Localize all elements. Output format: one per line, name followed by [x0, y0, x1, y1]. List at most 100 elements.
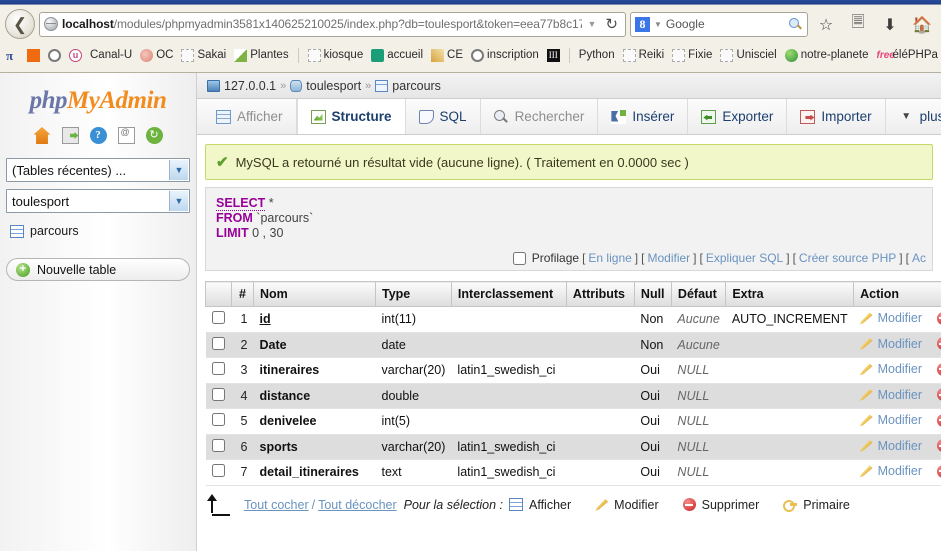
reading-list-icon[interactable]: 🗏 — [844, 10, 872, 38]
bookmark-pi[interactable]: π — [2, 48, 23, 63]
profiling-checkbox[interactable] — [512, 251, 526, 265]
table-row[interactable]: 6 sports varchar(20) latin1_swedish_ci O… — [205, 434, 941, 460]
tab-importer[interactable]: Importer — [787, 99, 886, 134]
chevron-down-icon[interactable]: ▼ — [654, 20, 662, 29]
check-all-link[interactable]: Tout cocher — [244, 498, 309, 512]
link-modifier[interactable]: Modifier — [647, 251, 690, 265]
database-select[interactable]: toulesport ▼ — [6, 189, 190, 213]
table-row[interactable]: 3 itineraires varchar(20) latin1_swedish… — [205, 357, 941, 384]
header-null[interactable]: Null — [634, 281, 672, 307]
link-en-ligne[interactable]: En ligne — [588, 251, 631, 265]
bookmark-sakai[interactable]: Sakai — [177, 48, 230, 63]
action-modifier[interactable]: Modifier — [859, 413, 922, 427]
reload-icon[interactable]: ↻ — [602, 15, 621, 33]
row-checkbox-cell[interactable] — [205, 332, 232, 358]
bookmark-plantes[interactable]: Plantes — [230, 48, 292, 63]
bookmark-unisciel[interactable]: Unisciel — [716, 48, 780, 63]
action-supprimer[interactable]: Supp — [936, 413, 941, 427]
bookmark-inscription[interactable]: inscription — [467, 48, 543, 63]
row-checkbox-cell[interactable] — [205, 408, 232, 435]
row-checkbox-cell[interactable] — [205, 357, 232, 384]
header-extra[interactable]: Extra — [725, 281, 855, 307]
bookmark-orange[interactable] — [23, 48, 44, 63]
bookmark-target[interactable] — [44, 48, 65, 63]
action-supprimer[interactable]: Supp — [936, 337, 941, 351]
bookmark-ce[interactable]: CE — [427, 48, 467, 63]
bookmark-kiosque[interactable]: kiosque — [304, 48, 368, 63]
search-bar[interactable]: 8 ▼ Google — [630, 11, 808, 37]
header-type[interactable]: Type — [375, 281, 452, 307]
row-checkbox-cell[interactable] — [205, 306, 232, 333]
tab-structure[interactable]: Structure — [296, 99, 406, 134]
action-modifier[interactable]: Modifier — [859, 439, 922, 453]
bulk-action-primaire[interactable]: Primaire — [783, 498, 850, 512]
bookmark-accueil[interactable]: accueil — [367, 48, 427, 63]
action-supprimer[interactable]: Supp — [936, 388, 941, 402]
chevron-down-icon[interactable]: ▼ — [586, 19, 599, 29]
action-modifier[interactable]: Modifier — [859, 337, 922, 351]
link-actualiser[interactable]: Ac — [912, 251, 926, 265]
bookmark-fixie[interactable]: Fixie — [668, 48, 716, 63]
row-checkbox[interactable] — [212, 336, 225, 350]
bookmark-python[interactable]: Python — [575, 49, 619, 63]
sidebar-table-parcours[interactable]: parcours — [6, 222, 190, 240]
phpmyadmin-logo[interactable]: phpMyAdmin — [6, 87, 190, 115]
action-supprimer[interactable]: Supp — [936, 362, 941, 376]
help-icon[interactable]: ? — [89, 127, 107, 144]
row-checkbox[interactable] — [212, 387, 225, 401]
bookmark-notre-planete[interactable]: notre-planete — [781, 48, 873, 63]
header-defaut[interactable]: Défaut — [671, 281, 727, 307]
table-row[interactable]: 1 id int(11) Non Aucune AUTO_INCREMENT M… — [205, 306, 941, 333]
breadcrumb-database[interactable]: toulesport — [306, 79, 361, 93]
home-icon[interactable] — [33, 127, 51, 144]
bookmark-reiki[interactable]: Reiki — [619, 48, 669, 63]
action-modifier[interactable]: Modifier — [859, 464, 922, 478]
table-row[interactable]: 4 distance double Oui NULL Modifier Supp — [205, 383, 941, 409]
recent-tables-select[interactable]: (Tables récentes) ... ▼ — [6, 158, 190, 182]
uncheck-all-link[interactable]: Tout décocher — [318, 498, 397, 512]
star-icon[interactable]: ☆ — [812, 10, 840, 38]
action-modifier[interactable]: Modifier — [859, 362, 922, 376]
action-modifier[interactable]: Modifier — [859, 311, 922, 325]
breadcrumb-table[interactable]: parcours — [392, 79, 441, 93]
back-arrow-icon[interactable]: ❮ — [5, 9, 35, 39]
tab-exporter[interactable]: Exporter — [688, 99, 788, 134]
bookmark-columns[interactable]: III — [543, 48, 564, 63]
row-checkbox[interactable] — [212, 311, 225, 325]
downloads-icon[interactable]: ⬇ — [876, 10, 904, 38]
docs-icon[interactable] — [117, 127, 135, 144]
table-row[interactable]: 2 Date date Non Aucune Modifier Supp — [205, 332, 941, 358]
bookmark-u[interactable]: u — [65, 48, 86, 63]
address-bar[interactable]: localhost/modules/phpmyadmin3581x1406252… — [39, 11, 626, 37]
action-supprimer[interactable]: Supp — [936, 464, 941, 478]
table-row[interactable]: 7 detail_itineraires text latin1_swedish… — [205, 459, 941, 486]
row-checkbox[interactable] — [212, 438, 225, 452]
link-creer-source-php[interactable]: Créer source PHP — [799, 251, 896, 265]
header-attributs[interactable]: Attributs — [566, 281, 635, 307]
header-interclassement[interactable]: Interclassement — [451, 281, 567, 307]
tab-plus[interactable]: ▼ plus — [886, 99, 941, 134]
bulk-action-modifier[interactable]: Modifier — [595, 498, 659, 512]
header-nom[interactable]: Nom — [253, 281, 376, 307]
home-icon[interactable]: 🏠 — [908, 10, 936, 38]
logout-icon[interactable] — [61, 127, 79, 144]
action-modifier[interactable]: Modifier — [859, 388, 922, 402]
table-row[interactable]: 5 denivelee int(5) Oui NULL Modifier Sup… — [205, 408, 941, 435]
bookmark-elephpant[interactable]: free éléPHPa — [873, 48, 941, 63]
tab-afficher[interactable]: Afficher — [203, 99, 297, 134]
bulk-action-afficher[interactable]: Afficher — [509, 498, 571, 512]
row-checkbox-cell[interactable] — [205, 434, 232, 460]
bookmark-canal-u[interactable]: Canal-U — [86, 49, 136, 63]
row-checkbox[interactable] — [212, 362, 225, 376]
row-checkbox-cell[interactable] — [205, 459, 232, 486]
header-number[interactable]: # — [231, 281, 254, 307]
tab-sql[interactable]: SQL — [406, 99, 481, 134]
link-expliquer-sql[interactable]: Expliquer SQL — [706, 251, 783, 265]
tab-inserer[interactable]: Insérer — [598, 99, 689, 134]
row-checkbox[interactable] — [212, 464, 225, 478]
row-checkbox-cell[interactable] — [205, 383, 232, 409]
tab-rechercher[interactable]: Rechercher — [481, 99, 599, 134]
bookmark-oc[interactable]: OC — [136, 48, 177, 63]
action-supprimer[interactable]: Supp — [936, 311, 941, 325]
bulk-action-supprimer[interactable]: Supprimer — [682, 498, 759, 512]
